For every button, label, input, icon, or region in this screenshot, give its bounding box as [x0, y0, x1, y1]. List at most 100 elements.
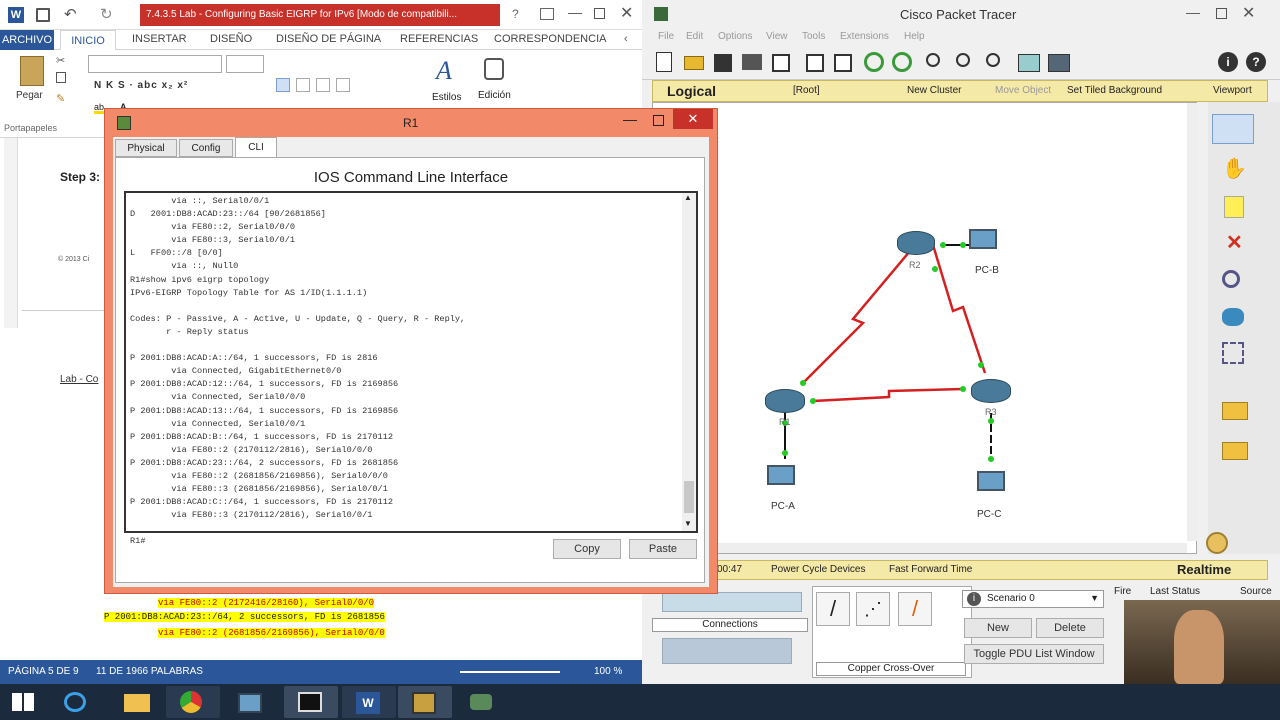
tab-archivo[interactable]: ARCHIVO	[0, 30, 54, 50]
styles-button[interactable]: Estilos	[432, 92, 461, 103]
help-icon[interactable]: ?	[512, 7, 519, 21]
align-center-icon[interactable]	[296, 78, 310, 92]
cross-over-cable-icon[interactable]: /	[898, 592, 932, 626]
realtime-clock-icon[interactable]	[1206, 532, 1228, 554]
tab-correspondencia[interactable]: CORRESPONDENCIA	[494, 33, 606, 45]
draw-shape-icon[interactable]	[1222, 308, 1244, 326]
canvas-vscrollbar[interactable]	[1187, 103, 1197, 541]
ribbon-options-icon[interactable]	[540, 8, 554, 20]
tab-inicio[interactable]: INICIO	[60, 30, 116, 51]
router-r2[interactable]	[897, 231, 935, 255]
router-r1[interactable]	[765, 389, 805, 413]
note-icon[interactable]	[1224, 196, 1244, 218]
undo-icon[interactable]	[864, 52, 884, 72]
hand-icon[interactable]: ✋	[1222, 156, 1247, 181]
new-scenario-button[interactable]: New	[964, 618, 1032, 638]
router-r3[interactable]	[971, 379, 1011, 403]
copy-icon[interactable]	[56, 72, 66, 83]
delete-scenario-button[interactable]: Delete	[1036, 618, 1104, 638]
menu-view[interactable]: View	[766, 31, 788, 42]
select-tool-icon[interactable]	[1212, 114, 1254, 144]
zoom-out-icon[interactable]	[986, 53, 1000, 67]
dialog-close-icon[interactable]: ✕	[673, 109, 713, 129]
paste-icon[interactable]	[834, 54, 852, 72]
maximize-icon[interactable]	[594, 8, 605, 19]
console-cable-icon[interactable]: /	[816, 592, 850, 626]
root-button[interactable]: [Root]	[793, 85, 820, 96]
justify-icon[interactable]	[336, 78, 350, 92]
scroll-down-icon[interactable]: ▼	[684, 519, 692, 528]
font-size-dropdown[interactable]	[226, 55, 264, 73]
packet-tracer-icon[interactable]	[398, 686, 452, 718]
tab-diseno-pagina[interactable]: DISEÑO DE PÁGINA	[276, 33, 381, 45]
scroll-thumb[interactable]	[684, 481, 694, 513]
zoom-slider[interactable]	[460, 671, 560, 673]
logical-workspace[interactable]: R2 PC-B R1 R3 PC-A PC-C	[652, 102, 1197, 554]
open-folder-icon[interactable]	[684, 56, 704, 70]
cut-icon[interactable]: ✂	[56, 54, 65, 67]
align-right-icon[interactable]	[316, 78, 330, 92]
fast-forward-button[interactable]: Fast Forward Time	[889, 564, 972, 575]
new-file-icon[interactable]	[656, 52, 672, 72]
inspect-icon[interactable]	[1222, 270, 1240, 288]
app-icon[interactable]	[456, 686, 510, 718]
zoom-in-icon[interactable]	[926, 53, 940, 67]
redo-icon[interactable]	[892, 52, 912, 72]
word-icon[interactable]: W	[342, 686, 396, 718]
save-icon[interactable]	[714, 54, 732, 72]
windows-start-icon[interactable]	[12, 693, 34, 711]
menu-options[interactable]: Options	[718, 31, 752, 42]
tab-referencias[interactable]: REFERENCIAS	[400, 33, 478, 45]
cli-terminal[interactable]: via ::, Serial0/0/1 D 2001:DB8:ACAD:23::/…	[124, 191, 698, 546]
copy-button[interactable]: Copy	[553, 539, 621, 559]
tab-insertar[interactable]: INSERTAR	[132, 33, 187, 45]
pt-close-icon[interactable]: ✕	[1242, 3, 1255, 23]
device-subtype-icons[interactable]	[662, 638, 792, 664]
font-format-tools[interactable]: N K S · abc x₂ x²	[94, 80, 188, 91]
new-cluster-button[interactable]: New Cluster	[907, 85, 961, 96]
console-app-icon[interactable]	[284, 686, 338, 718]
pc-a[interactable]	[767, 465, 795, 485]
auto-cable-icon[interactable]: ⋰	[856, 592, 890, 626]
align-left-icon[interactable]	[276, 78, 290, 92]
power-cycle-button[interactable]: Power Cycle Devices	[771, 564, 865, 575]
info-icon[interactable]: i	[1218, 52, 1238, 72]
format-painter-icon[interactable]: ✎	[56, 92, 65, 105]
tab-config[interactable]: Config	[179, 139, 233, 157]
close-icon[interactable]: ✕	[620, 3, 633, 23]
redo-icon[interactable]: ↻	[100, 5, 113, 23]
pt-minimize-icon[interactable]: —	[1186, 4, 1200, 20]
font-name-dropdown[interactable]	[88, 55, 222, 73]
find-icon[interactable]	[484, 58, 504, 80]
tab-diseno[interactable]: DISEÑO	[210, 33, 252, 45]
custom-device-icon[interactable]	[1048, 54, 1070, 72]
menu-tools[interactable]: Tools	[802, 31, 825, 42]
scenario-select[interactable]: i Scenario 0 ▼	[962, 590, 1104, 608]
page-count[interactable]: PÁGINA 5 DE 9	[8, 666, 79, 677]
zoom-reset-icon[interactable]	[956, 53, 970, 67]
undo-icon[interactable]: ↶	[64, 5, 77, 23]
move-object-button[interactable]: Move Object	[995, 85, 1051, 96]
network-app-icon[interactable]	[224, 686, 278, 718]
palette-icon[interactable]	[1018, 54, 1040, 72]
resize-icon[interactable]	[1222, 342, 1244, 364]
minimize-icon[interactable]: —	[568, 4, 582, 20]
chrome-icon[interactable]	[166, 686, 220, 718]
copy-icon[interactable]	[806, 54, 824, 72]
menu-edit[interactable]: Edit	[686, 31, 703, 42]
menu-help[interactable]: Help	[904, 31, 925, 42]
tab-cli[interactable]: CLI	[235, 137, 277, 158]
paste-button[interactable]: Pegar	[16, 90, 43, 101]
edit-button[interactable]: Edición	[478, 90, 511, 101]
print-icon[interactable]	[742, 54, 762, 70]
save-icon[interactable]	[36, 8, 50, 22]
device-category-icons[interactable]	[662, 592, 802, 612]
viewport-button[interactable]: Viewport	[1213, 85, 1252, 96]
word-count[interactable]: 11 DE 1966 PALABRAS	[96, 666, 203, 677]
delete-icon[interactable]: ✕	[1226, 230, 1243, 255]
scroll-up-icon[interactable]: ▲	[684, 193, 692, 202]
file-explorer-icon[interactable]	[110, 686, 164, 718]
cli-scrollbar[interactable]: ▲ ▼	[682, 193, 696, 531]
logical-tab[interactable]: Logical	[667, 83, 716, 99]
pt-maximize-icon[interactable]	[1216, 8, 1227, 19]
